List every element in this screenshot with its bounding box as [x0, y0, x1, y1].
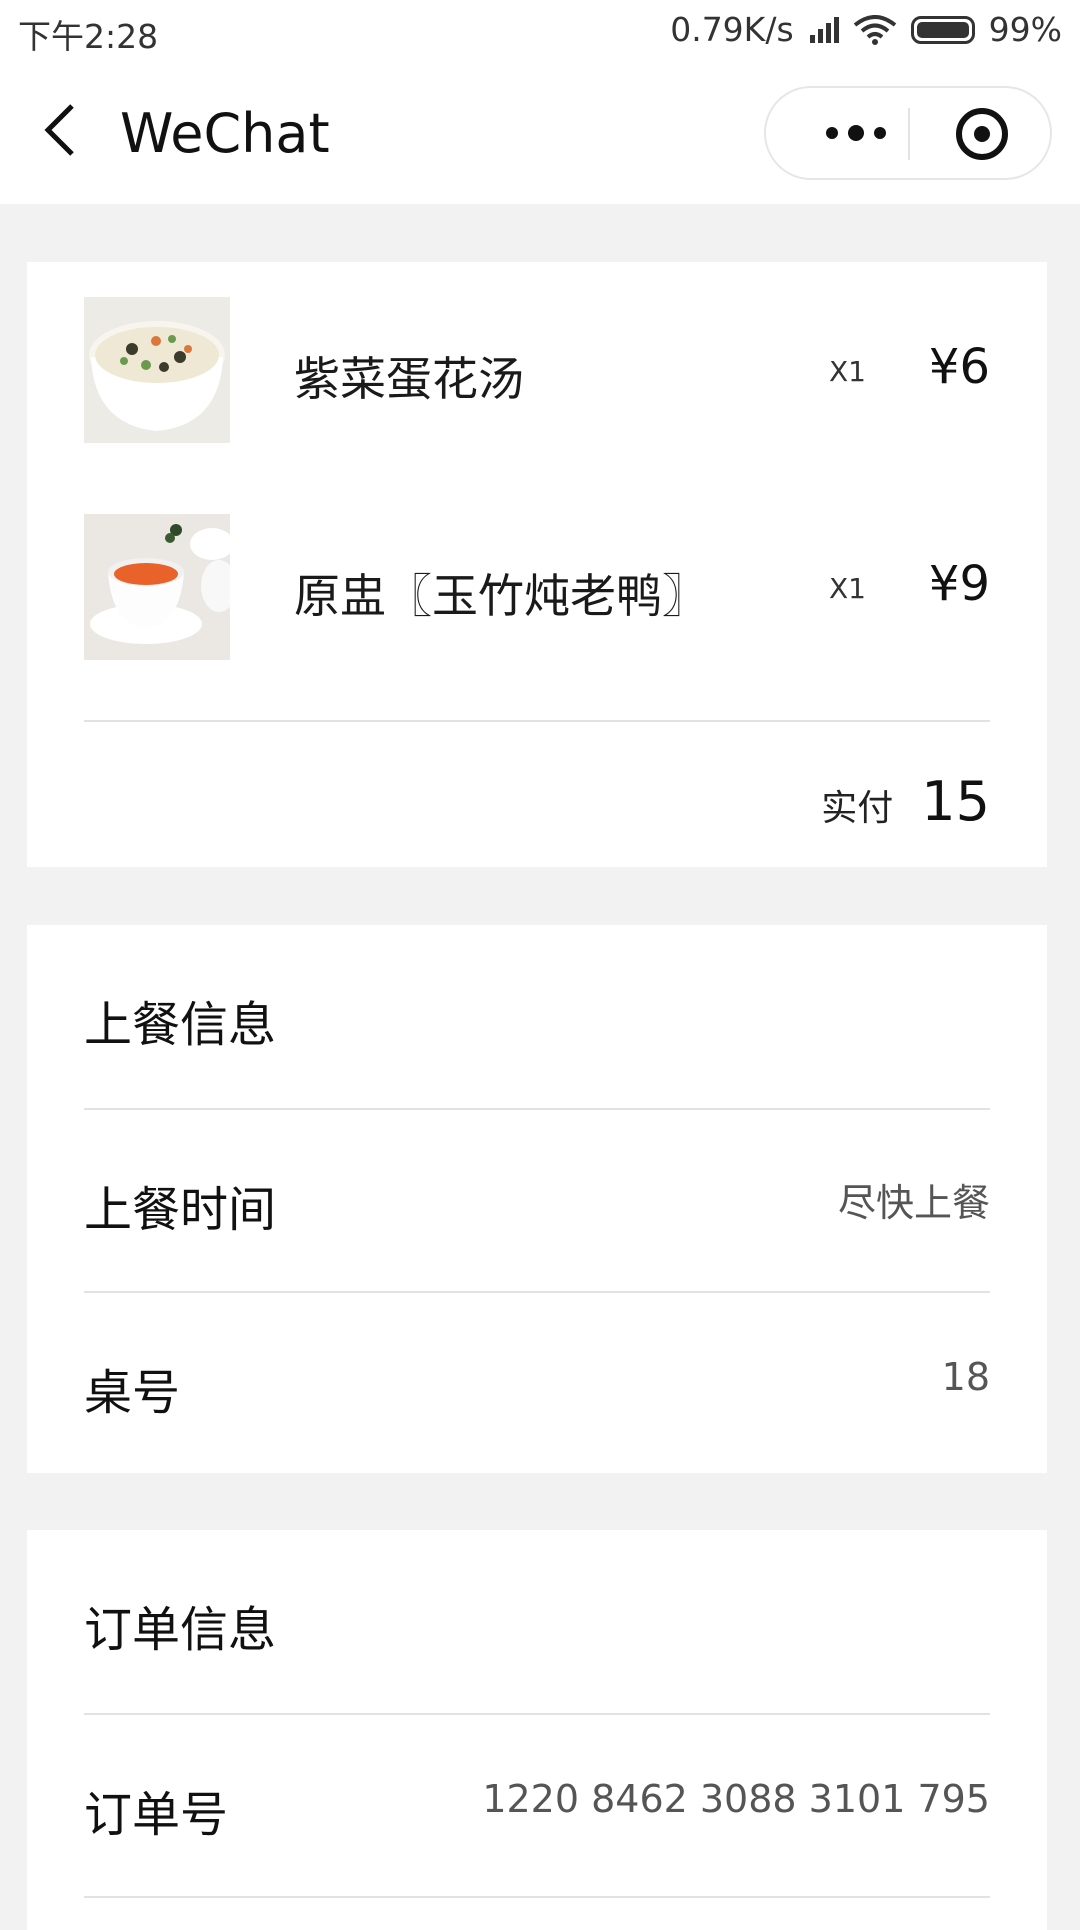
serving-info-card: 上餐信息 上餐时间 尽快上餐 桌号 18: [27, 925, 1047, 1473]
table-number-value: 18: [941, 1355, 990, 1399]
total-label: 实付: [821, 788, 894, 829]
order-number-label: 订单号: [84, 1787, 229, 1843]
network-speed: 0.79K/s: [670, 10, 794, 49]
more-icon[interactable]: [806, 88, 906, 178]
divider: [84, 1896, 990, 1898]
signal-icon: [809, 16, 839, 43]
dish-name: 原盅〖玉竹炖老鸭〗: [294, 569, 708, 623]
battery-icon: [910, 15, 975, 44]
serving-time-value: 尽快上餐: [837, 1181, 990, 1225]
dish-name: 紫菜蛋花汤: [294, 352, 524, 406]
order-item: 原盅〖玉竹炖老鸭〗 X1 ¥9: [84, 514, 990, 660]
dish-qty: X1: [829, 572, 866, 605]
order-number-value: 1220 8462 3088 3101 795: [482, 1777, 990, 1821]
status-right: 0.79K/s 99%: [670, 10, 1062, 49]
dish-image-duck-soup: [84, 514, 230, 660]
order-item: 紫菜蛋花汤 X1 ¥6: [84, 297, 990, 443]
dish-price: ¥6: [928, 339, 990, 395]
divider: [84, 1291, 990, 1293]
page-title: WeChat: [120, 102, 330, 165]
divider: [84, 1108, 990, 1110]
dish-qty: X1: [829, 355, 866, 388]
order-info-card: 订单信息 订单号 1220 8462 3088 3101 795: [27, 1530, 1047, 1930]
serving-time-label: 上餐时间: [84, 1182, 277, 1238]
section-title: 上餐信息: [84, 997, 277, 1053]
capsule-divider: [908, 108, 910, 160]
wifi-icon: [853, 14, 896, 45]
order-items-card: 紫菜蛋花汤 X1 ¥6 原盅〖玉竹炖老鸭〗 X1 ¥9 实付 15: [27, 262, 1047, 867]
divider: [84, 1713, 990, 1715]
table-number-label: 桌号: [84, 1365, 181, 1421]
divider: [84, 720, 990, 722]
status-time: 下午2:28: [18, 17, 159, 56]
status-bar: 下午2:28 0.79K/s 99%: [0, 0, 1080, 62]
battery-percent: 99%: [988, 10, 1062, 49]
close-target-icon[interactable]: [956, 108, 1008, 160]
total-value: 15: [921, 770, 990, 833]
dish-image-seaweed-egg-soup: [84, 297, 230, 443]
back-arrow-icon[interactable]: [40, 102, 80, 158]
dish-price: ¥9: [928, 556, 990, 612]
section-title: 订单信息: [84, 1602, 277, 1658]
mini-program-capsule: [764, 86, 1052, 180]
total-paid: 实付 15: [821, 770, 990, 833]
nav-bar: WeChat: [0, 62, 1080, 204]
